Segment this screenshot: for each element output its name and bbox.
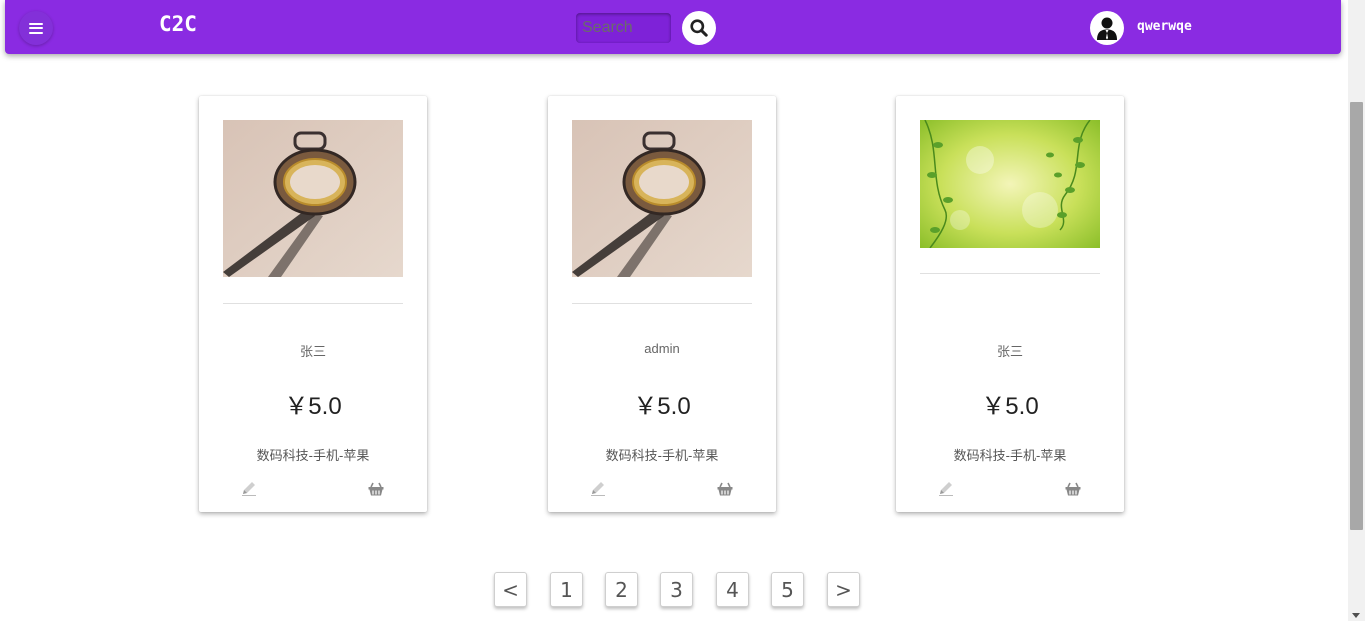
product-category: 数码科技-手机-苹果 (605, 448, 719, 463)
product-category: 数码科技-手机-苹果 (953, 448, 1067, 463)
edit-icon[interactable] (938, 480, 954, 496)
page-button-5[interactable]: 5 (771, 572, 804, 607)
page-button-3[interactable]: 3 (660, 572, 693, 607)
username-label[interactable]: qwerwqe (1137, 19, 1192, 34)
user-avatar[interactable] (1090, 11, 1124, 45)
card-divider (920, 273, 1100, 274)
product-card[interactable]: 张三 ￥5.0 数码科技-手机-苹果 (199, 96, 427, 512)
seller-name: 张三 (996, 344, 1023, 359)
product-image[interactable] (572, 120, 752, 277)
scroll-down-arrow-icon[interactable] (1352, 613, 1360, 618)
product-card[interactable]: admin ￥5.0 数码科技-手机-苹果 (548, 96, 776, 512)
seller-name: admin (644, 341, 680, 356)
search-input[interactable] (576, 13, 671, 43)
scrollbar-thumb[interactable] (1350, 102, 1363, 530)
product-price: ￥5.0 (981, 393, 1039, 420)
menu-button[interactable] (19, 11, 53, 45)
user-icon (1097, 17, 1117, 40)
page-button-1[interactable]: 1 (550, 572, 583, 607)
edit-icon[interactable] (241, 480, 257, 496)
top-navbar: C2C qwerwqe (5, 0, 1341, 54)
seller-name: 张三 (299, 344, 326, 359)
product-image[interactable] (920, 120, 1100, 248)
basket-icon[interactable] (368, 482, 384, 496)
basket-icon[interactable] (1065, 482, 1081, 496)
page-button-4[interactable]: 4 (716, 572, 749, 607)
search-button[interactable] (682, 11, 716, 45)
card-divider (223, 303, 403, 304)
prev-page-button[interactable]: < (494, 572, 527, 607)
product-card[interactable]: 张三 ￥5.0 数码科技-手机-苹果 (896, 96, 1124, 512)
page-button-2[interactable]: 2 (605, 572, 638, 607)
product-image[interactable] (223, 120, 403, 277)
product-price: ￥5.0 (284, 393, 342, 420)
brand-logo[interactable]: C2C (159, 12, 197, 36)
vertical-scrollbar[interactable] (1348, 0, 1365, 621)
edit-icon[interactable] (590, 480, 606, 496)
basket-icon[interactable] (717, 482, 733, 496)
card-divider (572, 303, 752, 304)
product-price: ￥5.0 (633, 393, 691, 420)
product-category: 数码科技-手机-苹果 (256, 448, 370, 463)
next-page-button[interactable]: > (827, 572, 860, 607)
menu-icon (29, 22, 43, 34)
search-icon (690, 19, 708, 37)
